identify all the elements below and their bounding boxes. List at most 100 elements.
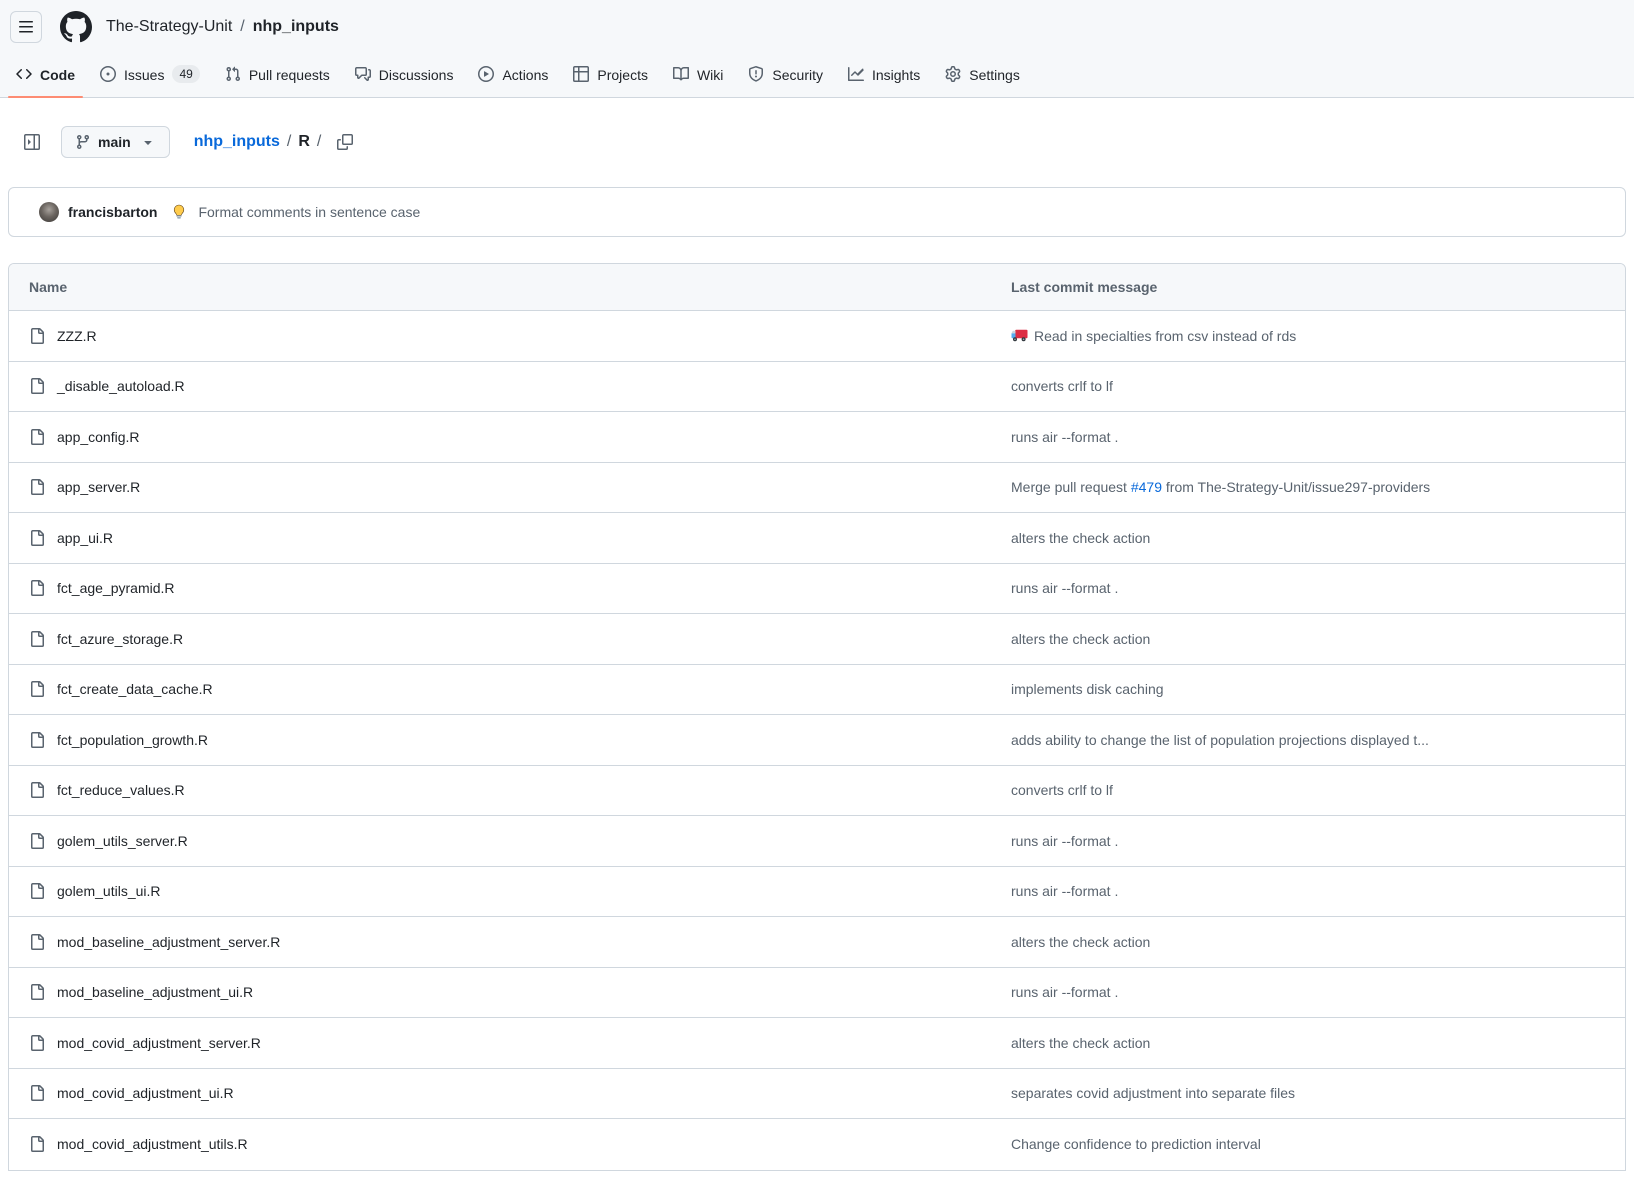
sidebar-expand-icon <box>24 134 40 150</box>
file-name-cell: mod_covid_adjustment_server.R <box>9 1035 995 1051</box>
file-name-link[interactable]: fct_azure_storage.R <box>57 631 183 647</box>
branch-selector-button[interactable]: main <box>61 126 170 158</box>
file-name-link[interactable]: mod_covid_adjustment_ui.R <box>57 1085 234 1101</box>
tab-label: Wiki <box>697 67 723 82</box>
table-row: ZZZ.R Read in specialties from csv inste… <box>9 311 1625 362</box>
file-name-link[interactable]: fct_reduce_values.R <box>57 782 185 798</box>
file-name-link[interactable]: fct_create_data_cache.R <box>57 681 213 697</box>
file-name-link[interactable]: golem_utils_server.R <box>57 833 188 849</box>
file-name-cell: mod_baseline_adjustment_ui.R <box>9 984 995 1000</box>
tab-pull-requests[interactable]: Pull requests <box>217 51 338 97</box>
hamburger-menu-button[interactable] <box>10 11 42 43</box>
table-row: mod_covid_adjustment_utils.R Change conf… <box>9 1119 1625 1170</box>
commit-author-link[interactable]: francisbarton <box>68 204 157 220</box>
commit-message-text: alters the check action <box>1011 631 1150 647</box>
file-name-link[interactable]: fct_population_growth.R <box>57 732 208 748</box>
tab-actions[interactable]: Actions <box>470 51 556 97</box>
table-row: mod_covid_adjustment_server.R alters the… <box>9 1018 1625 1069</box>
tab-label: Security <box>772 67 823 82</box>
copy-icon <box>337 134 353 150</box>
copy-path-button[interactable] <box>331 128 359 156</box>
file-table-body: ZZZ.R Read in specialties from csv inste… <box>9 311 1625 1170</box>
commit-message-cell: runs air --format . <box>995 580 1625 596</box>
file-table: Name Last commit message ZZZ.R Read in s… <box>8 263 1626 1171</box>
file-name-cell: _disable_autoload.R <box>9 378 995 394</box>
file-icon <box>29 378 45 394</box>
file-icon <box>29 530 45 546</box>
org-link[interactable]: The-Strategy-Unit <box>106 18 232 36</box>
file-name-cell: golem_utils_server.R <box>9 833 995 849</box>
issue-opened-icon <box>100 66 116 82</box>
avatar[interactable] <box>39 202 59 222</box>
git-branch-icon <box>75 134 91 150</box>
file-name-cell: fct_age_pyramid.R <box>9 580 995 596</box>
tab-label: Code <box>40 67 75 82</box>
breadcrumb-repo-link[interactable]: nhp_inputs <box>194 133 280 151</box>
file-name-link[interactable]: _disable_autoload.R <box>57 378 185 394</box>
file-name-link[interactable]: mod_covid_adjustment_utils.R <box>57 1136 248 1152</box>
tab-discussions[interactable]: Discussions <box>347 51 462 97</box>
tab-wiki[interactable]: Wiki <box>665 51 731 97</box>
book-icon <box>673 66 689 82</box>
git-pull-request-icon <box>225 66 241 82</box>
file-name-link[interactable]: ZZZ.R <box>57 328 97 344</box>
tab-insights[interactable]: Insights <box>840 51 928 97</box>
commit-message-cell: converts crlf to lf <box>995 782 1625 798</box>
file-name-link[interactable]: golem_utils_ui.R <box>57 883 161 899</box>
tab-issues[interactable]: Issues 49 <box>92 51 208 97</box>
tab-label: Discussions <box>379 67 454 82</box>
repo-link[interactable]: nhp_inputs <box>253 18 339 36</box>
commit-message-text: runs air --format . <box>1011 984 1118 1000</box>
commit-message-text: runs air --format . <box>1011 883 1118 899</box>
commit-message-cell: implements disk caching <box>995 681 1625 697</box>
file-name-link[interactable]: mod_baseline_adjustment_server.R <box>57 934 280 950</box>
commit-message-link[interactable]: Format comments in sentence case <box>198 204 420 220</box>
comment-discussion-icon <box>355 66 371 82</box>
file-name-link[interactable]: mod_baseline_adjustment_ui.R <box>57 984 253 1000</box>
github-logo[interactable] <box>60 11 92 43</box>
file-name-link[interactable]: fct_age_pyramid.R <box>57 580 175 596</box>
file-name-cell: fct_azure_storage.R <box>9 631 995 647</box>
pull-request-link[interactable]: #479 <box>1131 479 1162 495</box>
main-content: main nhp_inputs / R / francisbarton <box>0 126 1634 1171</box>
light-bulb-emoji-icon <box>171 204 187 220</box>
code-icon <box>16 66 32 82</box>
column-header-commit: Last commit message <box>995 279 1625 295</box>
file-name-link[interactable]: mod_covid_adjustment_server.R <box>57 1035 261 1051</box>
file-name-link[interactable]: app_config.R <box>57 429 140 445</box>
column-header-name: Name <box>9 279 995 295</box>
file-icon <box>29 429 45 445</box>
file-icon <box>29 732 45 748</box>
breadcrumb-separator: / <box>240 18 244 36</box>
commit-message-cell: Merge pull request #479 from The-Strateg… <box>995 479 1625 495</box>
tab-label: Settings <box>969 67 1020 82</box>
file-name-cell: golem_utils_ui.R <box>9 883 995 899</box>
issues-count-badge: 49 <box>172 65 199 83</box>
file-name-cell: app_config.R <box>9 429 995 445</box>
expand-file-tree-button[interactable] <box>16 126 48 158</box>
play-icon <box>478 66 494 82</box>
tab-code[interactable]: Code <box>8 51 83 97</box>
github-mark-icon <box>60 11 92 43</box>
file-icon <box>29 782 45 798</box>
commit-message-cell: converts crlf to lf <box>995 378 1625 394</box>
graph-icon <box>848 66 864 82</box>
tab-security[interactable]: Security <box>740 51 831 97</box>
tab-label: Projects <box>597 67 648 82</box>
file-name-link[interactable]: app_ui.R <box>57 530 113 546</box>
file-name-cell: app_ui.R <box>9 530 995 546</box>
commit-message-text: runs air --format . <box>1011 429 1118 445</box>
table-icon <box>573 66 589 82</box>
file-name-cell: mod_covid_adjustment_ui.R <box>9 1085 995 1101</box>
tab-label: Insights <box>872 67 920 82</box>
file-name-link[interactable]: app_server.R <box>57 479 140 495</box>
commit-message-cell: separates covid adjustment into separate… <box>995 1085 1625 1101</box>
table-row: mod_baseline_adjustment_ui.R runs air --… <box>9 968 1625 1019</box>
file-icon <box>29 934 45 950</box>
gear-icon <box>945 66 961 82</box>
tab-projects[interactable]: Projects <box>565 51 656 97</box>
commit-message-cell: runs air --format . <box>995 883 1625 899</box>
table-row: fct_create_data_cache.R implements disk … <box>9 665 1625 716</box>
tab-settings[interactable]: Settings <box>937 51 1028 97</box>
file-name-cell: fct_reduce_values.R <box>9 782 995 798</box>
